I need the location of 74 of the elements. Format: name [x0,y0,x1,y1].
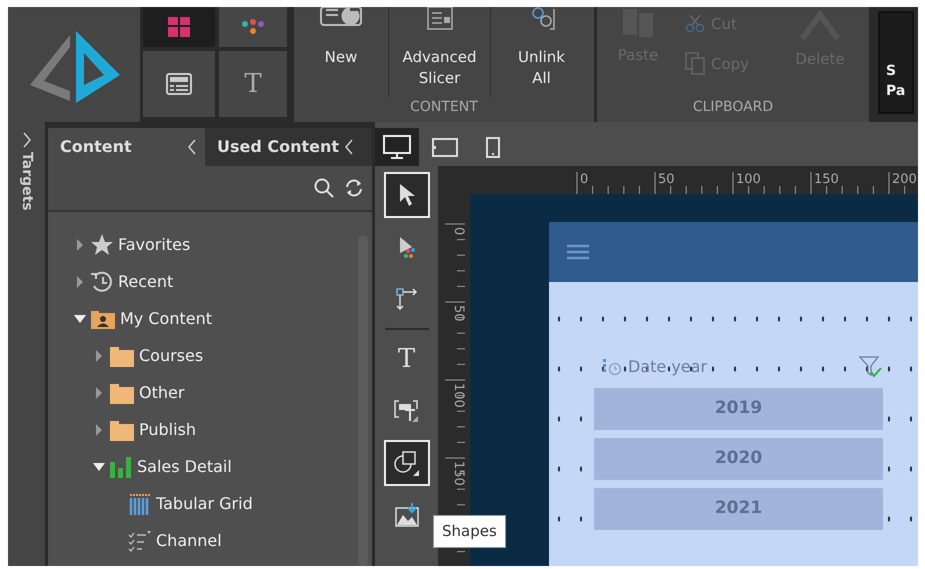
slicer-button[interactable]: Advanced Slicer [388,7,490,97]
tree-item[interactable]: Other [48,374,372,411]
tree-item[interactable]: My Content [48,300,372,337]
caret-right-icon[interactable] [74,238,86,250]
star-icon [90,232,114,256]
chevron-right-icon[interactable] [22,132,32,148]
caret-right-icon[interactable] [93,350,105,362]
tile-button[interactable] [143,51,215,117]
report-icon [320,7,362,27]
device-button[interactable] [375,128,419,166]
tablet-icon [432,138,458,156]
tree-item[interactable]: Recent [48,263,372,300]
targets-tab[interactable]: Targets [16,152,37,211]
tree-item[interactable]: Sales Detail [48,448,372,485]
folder-icon [109,382,135,404]
ruler-label: 0 [451,227,466,236]
ruler-label: 150 [451,461,466,486]
checklist-icon [128,530,152,552]
refresh-icon[interactable] [344,178,364,198]
ruler-label: 200 [892,172,917,187]
date-icon [602,358,622,376]
panel-tab[interactable]: Content [48,128,205,166]
chevron-left-icon [187,139,197,155]
slicer-title: Date year [628,356,708,378]
ruler-label: 0 [580,172,588,187]
group-label: CONTENT [409,98,479,117]
tool-button[interactable] [384,440,430,486]
image-icon [394,503,418,527]
scissors-icon [685,15,705,33]
monitor-icon [383,135,411,159]
tree-item[interactable]: Tabular Grid [48,485,372,522]
scrollbar[interactable] [358,236,368,566]
panel-tab[interactable]: Used Content [205,128,372,166]
clock-history-icon [90,270,114,294]
text-frame-icon [394,399,419,423]
palette-icon [240,18,266,36]
search-icon[interactable] [314,178,334,198]
chevron-left-icon [344,139,354,155]
ruler-label: 50 [658,172,675,187]
tree-item[interactable]: Publish [48,411,372,448]
tooltip: Shapes [433,515,506,548]
folder-icon [109,344,135,366]
ruler-label: 150 [814,172,839,187]
shapes-icon [393,450,420,476]
tile-button[interactable] [143,7,215,47]
text-tool[interactable]: T [384,336,430,382]
ruler-label: 50 [451,305,466,322]
ruler-label: 100 [736,172,761,187]
tree-item[interactable]: Favorites [48,226,372,263]
caret-down-icon[interactable] [74,312,86,324]
phone-icon [486,136,500,158]
card-icon [166,73,192,95]
pointer-dots-icon [398,236,416,258]
text-tile[interactable]: T [219,51,287,117]
folder-icon [109,418,135,440]
unlink-button[interactable]: Unlink All [490,7,592,97]
caret-right-icon[interactable] [93,386,105,398]
copy-icon [685,52,705,76]
tool-button[interactable] [384,172,430,218]
tree-item[interactable]: Courses [48,337,372,374]
tile-button[interactable] [219,7,287,47]
connector-icon [396,288,418,310]
caret-down-icon[interactable] [93,460,105,472]
grid-icon [166,17,192,37]
new-button[interactable]: New [294,7,388,97]
bar-chart-icon [109,456,133,478]
ruler-label: 100 [451,383,466,408]
caret-right-icon[interactable] [93,424,105,436]
filter-check-icon[interactable] [859,356,883,378]
overflow-button[interactable]: S Pa [878,11,914,114]
caret-right-icon[interactable] [74,276,86,288]
grid-columns-icon [128,492,152,514]
group-label: CLIPBOARD [692,98,774,117]
tree-item[interactable]: Channel [48,522,372,559]
